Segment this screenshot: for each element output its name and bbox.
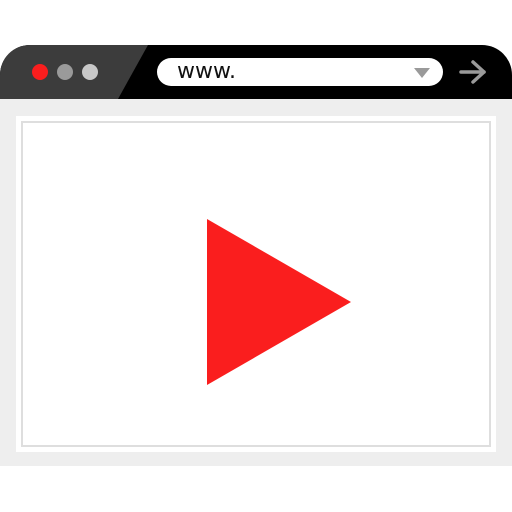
close-dot[interactable] [32,64,48,80]
page-viewport [16,116,496,452]
maximize-dot[interactable] [82,64,98,80]
arrow-right-icon[interactable] [458,59,488,85]
title-bar: www. [0,45,512,99]
chevron-down-icon[interactable] [414,68,430,78]
minimize-dot[interactable] [57,64,73,80]
address-text: www. [177,59,236,84]
play-icon[interactable] [207,219,351,385]
browser-body [0,99,512,466]
address-bar[interactable]: www. [157,58,443,86]
window-controls-panel [0,45,148,99]
browser-window: www. [0,45,512,466]
video-area[interactable] [21,121,491,447]
